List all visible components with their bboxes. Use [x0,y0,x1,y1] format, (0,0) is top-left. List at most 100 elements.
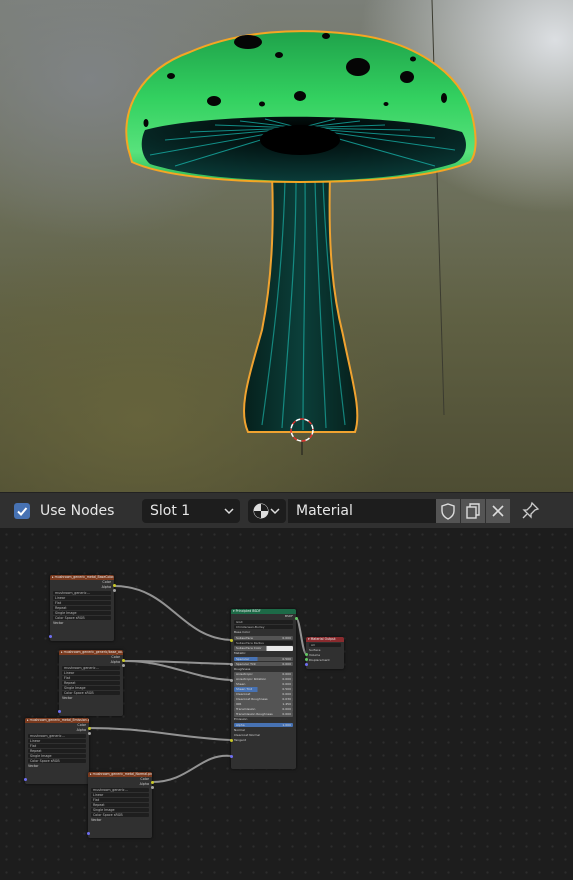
socket[interactable] [229,679,233,682]
socket[interactable] [57,710,61,713]
image-selector[interactable]: mushroom_generic... [53,591,111,595]
image-texture-node-basecolor[interactable]: ▸ mushroom_generic_metal_BaseColor.png C… [48,575,116,641]
value: 0.030 [282,697,291,701]
output-alpha: Alpha [101,585,111,589]
socket[interactable] [304,653,308,656]
socket[interactable] [229,639,233,642]
socket[interactable] [229,663,233,666]
socket[interactable] [229,739,233,742]
label: Specular Tint [236,661,256,666]
clearcoat-field[interactable]: Clearcoat 0.000 [234,692,293,697]
material-browse-button[interactable] [248,499,286,523]
mushroom-object[interactable] [0,0,573,492]
input-displacement: Displacement [309,658,330,662]
interpolation-dropdown[interactable]: Linear [91,793,149,797]
label: Sheen Tint [236,687,253,691]
socket[interactable] [87,727,91,730]
projection-dropdown[interactable]: Flat [28,744,86,748]
colorspace-value: sRGB [75,616,85,620]
distribution-dropdown[interactable]: GGX [234,620,293,624]
value: 0.000 [282,707,291,711]
socket[interactable] [150,781,154,784]
colorspace-dropdown[interactable]: Color Space sRGB [91,813,149,817]
socket[interactable] [121,664,125,667]
alpha-field[interactable]: Alpha 1.000 [234,722,293,727]
socket[interactable] [23,778,27,781]
ior-field[interactable]: IOR 1.450 [234,702,293,707]
socket[interactable] [304,663,308,666]
socket[interactable] [87,732,91,735]
value: 0.000 [282,712,291,716]
image-selector[interactable]: mushroom_generic... [28,734,86,738]
fake-user-button[interactable] [436,499,460,523]
socket[interactable] [112,584,116,587]
interpolation-dropdown[interactable]: Linear [28,739,86,743]
label: Specular [236,656,250,661]
projection-dropdown[interactable]: Flat [62,676,120,680]
colorspace-dropdown[interactable]: Color Space sRGB [28,759,86,763]
pin-icon [522,501,540,519]
material-name-field[interactable]: Material [288,499,436,523]
source-dropdown[interactable]: Single Image [91,808,149,812]
extension-dropdown[interactable]: Repeat [62,681,120,685]
unlink-material-button[interactable] [486,499,510,523]
socket[interactable] [229,755,233,758]
new-material-button[interactable] [461,499,485,523]
output-alpha: Alpha [139,782,149,786]
interpolation-dropdown[interactable]: Linear [53,596,111,600]
use-nodes-checkbox[interactable] [14,503,30,519]
colorspace-dropdown[interactable]: Color Space sRGB [62,691,120,695]
target-dropdown[interactable]: All [309,643,341,647]
label: Clearcoat [236,692,251,696]
anisotropic-field[interactable]: Anisotropic 0.000 [234,672,293,677]
projection-dropdown[interactable]: Flat [53,601,111,605]
value: 0.000 [282,682,291,686]
socket[interactable] [112,589,116,592]
specular-tint-field[interactable]: Specular Tint 0.000 [234,661,293,666]
image-texture-node-normal[interactable]: ▸ mushroom_generic_metal_Normal.png Colo… [86,772,154,838]
3d-viewport[interactable] [0,0,573,492]
image-selector[interactable]: mushroom_generic... [62,666,120,670]
subsurface-radius-field[interactable]: Subsurface Radius [234,641,293,645]
shader-node-editor[interactable]: ▸ mushroom_generic_metal_BaseColor.png C… [0,528,573,880]
image-texture-node-ao[interactable]: ▸ mushroom_generic_generic/base_ao.png C… [57,650,125,716]
extension-dropdown[interactable]: Repeat [91,803,149,807]
socket[interactable] [48,635,52,638]
sheen-field[interactable]: Sheen 0.000 [234,682,293,687]
input-vector: Vector [91,818,102,822]
extension-dropdown[interactable]: Repeat [53,606,111,610]
subsurface-field[interactable]: Subsurface 0.000 [234,635,293,640]
chevron-down-icon [224,508,234,515]
input-roughness: Roughness [234,666,251,671]
principled-bsdf-node[interactable]: ▾ Principled BSDF BSDF GGX Christensen-B… [229,609,298,769]
source-dropdown[interactable]: Single Image [62,686,120,690]
sheen-tint-field[interactable]: Sheen Tint 0.500 [234,687,293,692]
image-selector[interactable]: mushroom_generic... [91,788,149,792]
anisotropic-rotation-field[interactable]: Anisotropic Rotation 0.000 [234,677,293,682]
value: 0.000 [282,677,291,681]
interpolation-dropdown[interactable]: Linear [62,671,120,675]
subsurface-method-dropdown[interactable]: Christensen-Burley [234,625,293,629]
source-dropdown[interactable]: Single Image [28,754,86,758]
colorspace-dropdown[interactable]: Color Space sRGB [53,616,111,620]
socket[interactable] [304,658,308,661]
subsurface-color-field[interactable]: Subsurface Color [234,646,293,651]
output-bsdf: BSDF [285,614,293,618]
material-output-node[interactable]: ▾ Material Output All Surface Volume Dis… [304,637,344,669]
socket[interactable] [86,832,90,835]
socket[interactable] [121,659,125,662]
transmission-roughness-field[interactable]: Transmission Roughness 0.000 [234,712,293,717]
socket[interactable] [294,617,298,620]
specular-field[interactable]: Specular 0.500 [234,656,293,661]
link-normal [151,754,232,783]
material-slot-dropdown[interactable]: Slot 1 [142,499,240,523]
node-header[interactable]: ▾ Material Output [306,637,344,642]
socket[interactable] [150,786,154,789]
image-texture-node-emission[interactable]: ▸ mushroom_generic_metal_Emission.png Co… [23,718,91,784]
source-dropdown[interactable]: Single Image [53,611,111,615]
projection-dropdown[interactable]: Flat [91,798,149,802]
extension-dropdown[interactable]: Repeat [28,749,86,753]
pin-button[interactable] [518,499,542,523]
clearcoat-roughness-field[interactable]: Clearcoat Roughness 0.030 [234,697,293,702]
transmission-field[interactable]: Transmission 0.000 [234,707,293,712]
